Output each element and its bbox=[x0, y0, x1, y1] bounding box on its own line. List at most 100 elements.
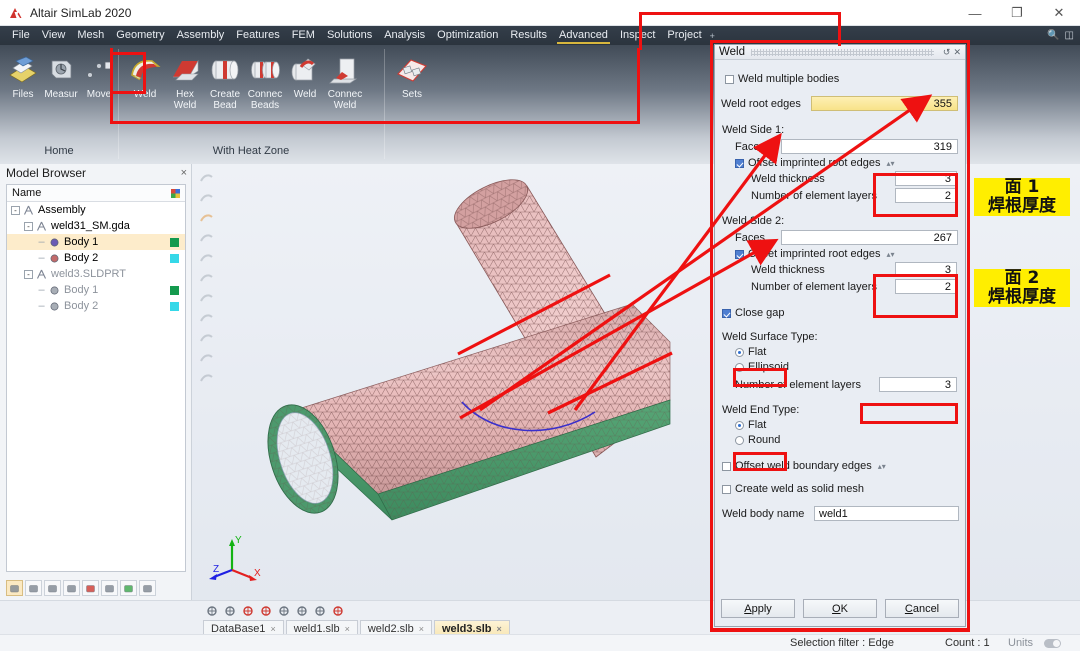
menu-item-assembly[interactable]: Assembly bbox=[171, 27, 231, 44]
ribbon-item-weld2[interactable]: Weld bbox=[285, 51, 325, 100]
ribbon-item-weld[interactable]: Weld bbox=[125, 51, 165, 100]
maximize-button[interactable]: ❐ bbox=[996, 0, 1038, 26]
ribbon-item-hex-weld[interactable]: Hex Weld bbox=[165, 51, 205, 111]
mesh-icon[interactable] bbox=[25, 580, 42, 596]
offset-weld-boundary-edges-row[interactable]: Offset weld boundary edges ▴▾ bbox=[722, 460, 959, 472]
layout-icon[interactable]: ◫ bbox=[1065, 30, 1074, 41]
document-tab-close-icon[interactable]: × bbox=[419, 624, 424, 634]
menu-item-project[interactable]: Project bbox=[661, 27, 707, 44]
weld-dialog-titlebar[interactable]: Weld ↺ ✕ bbox=[715, 45, 965, 60]
menu-item-features[interactable]: Features bbox=[230, 27, 285, 44]
create-weld-as-solid-mesh-row[interactable]: Create weld as solid mesh bbox=[722, 483, 959, 495]
document-tab-close-icon[interactable]: × bbox=[345, 624, 350, 634]
zoom-out-icon[interactable] bbox=[259, 604, 273, 618]
menu-item-solutions[interactable]: Solutions bbox=[321, 27, 378, 44]
side2-offset-expander-icon[interactable]: ▴▾ bbox=[886, 250, 894, 259]
side1-layers-row[interactable]: Number of element layers 2 bbox=[721, 188, 959, 203]
side1-thickness-input[interactable]: 3 bbox=[895, 171, 957, 186]
menu-item-file[interactable]: File bbox=[6, 27, 36, 44]
document-tab-close-icon[interactable]: × bbox=[270, 624, 275, 634]
ribbon-item-connect-weld[interactable]: Connec Weld bbox=[325, 51, 365, 111]
color-palette-icon[interactable] bbox=[171, 188, 180, 198]
color-icon[interactable] bbox=[120, 580, 137, 596]
close-icon[interactable]: ✕ bbox=[953, 47, 961, 58]
surface-type-ellipsoid-row[interactable]: Ellipsoid bbox=[735, 361, 959, 373]
offset-weld-boundary-edges-checkbox[interactable] bbox=[722, 461, 731, 471]
tree-node-color-swatch[interactable] bbox=[170, 301, 179, 311]
menu-item-analysis[interactable]: Analysis bbox=[378, 27, 431, 44]
tree-node-color-swatch[interactable] bbox=[170, 237, 179, 247]
cancel-button[interactable]: Cancel bbox=[885, 599, 959, 618]
side1-faces-input[interactable]: 319 bbox=[781, 139, 958, 154]
tree-node[interactable]: - Assembly bbox=[7, 202, 185, 218]
tree-node-color-swatch[interactable] bbox=[170, 285, 179, 295]
units-toggle[interactable] bbox=[1044, 638, 1061, 648]
zoom-window-icon[interactable] bbox=[241, 604, 255, 618]
tree-node[interactable]: – Body 2 bbox=[7, 298, 185, 314]
render-icon[interactable] bbox=[331, 604, 345, 618]
side1-thickness-row[interactable]: Weld thickness 3 bbox=[721, 171, 959, 186]
model-browser-close-icon[interactable]: × bbox=[181, 167, 187, 179]
tree-node-color-swatch[interactable] bbox=[170, 253, 179, 263]
side2-offset-checkbox[interactable] bbox=[735, 249, 744, 259]
close-gap-row[interactable]: Close gap bbox=[722, 307, 959, 319]
menu-item-advanced[interactable]: Advanced bbox=[553, 27, 614, 44]
end-type-flat-radio[interactable] bbox=[735, 420, 744, 430]
weld-dialog[interactable]: Weld ↺ ✕ Weld multiple bodies Weld root … bbox=[714, 44, 966, 627]
side2-faces-input[interactable]: 267 bbox=[781, 230, 958, 245]
axis-icon[interactable] bbox=[205, 604, 219, 618]
offset-weld-boundary-expander-icon[interactable]: ▴▾ bbox=[878, 462, 886, 471]
document-tab-close-icon[interactable]: × bbox=[496, 624, 501, 634]
side1-faces-row[interactable]: Faces 319 bbox=[721, 139, 959, 154]
menu-item-optimization[interactable]: Optimization bbox=[431, 27, 504, 44]
tree-expander-icon[interactable]: - bbox=[24, 269, 33, 279]
side2-thickness-row[interactable]: Weld thickness 3 bbox=[721, 262, 959, 277]
solid-icon[interactable] bbox=[63, 580, 80, 596]
tree-node[interactable]: – Body 2 bbox=[7, 250, 185, 266]
assembly-tree-icon[interactable] bbox=[101, 580, 118, 596]
end-type-flat-row[interactable]: Flat bbox=[735, 419, 959, 431]
side1-offset-checkbox[interactable] bbox=[735, 158, 744, 168]
minimize-button[interactable]: — bbox=[954, 0, 996, 26]
menu-item-view[interactable]: View bbox=[36, 27, 72, 44]
surface-type-flat-row[interactable]: Flat bbox=[735, 346, 959, 358]
ok-button[interactable]: OK bbox=[803, 599, 877, 618]
ribbon-item-measure[interactable]: Measur bbox=[42, 51, 80, 100]
menu-item-inspect[interactable]: Inspect bbox=[614, 27, 661, 44]
menu-item-geometry[interactable]: Geometry bbox=[110, 27, 170, 44]
shade-icon[interactable] bbox=[277, 604, 291, 618]
side1-offset-row[interactable]: Offset imprinted root edges ▴▾ bbox=[735, 157, 959, 169]
side2-faces-row[interactable]: Faces 267 bbox=[721, 230, 959, 245]
close-gap-checkbox[interactable] bbox=[722, 308, 731, 318]
fit-icon[interactable] bbox=[223, 604, 237, 618]
end-type-round-row[interactable]: Round bbox=[735, 434, 959, 446]
side2-layers-row[interactable]: Number of element layers 2 bbox=[721, 279, 959, 294]
ribbon-item-create-bead[interactable]: Create Bead bbox=[205, 51, 245, 111]
weld-root-edges-input[interactable]: 355 bbox=[811, 96, 958, 111]
drag-grip-icon[interactable] bbox=[751, 48, 934, 56]
menu-item-fem[interactable]: FEM bbox=[286, 27, 321, 44]
pen-icon[interactable] bbox=[82, 580, 99, 596]
tree-node[interactable]: – Body 1 bbox=[7, 234, 185, 250]
apply-button[interactable]: Apply bbox=[721, 599, 795, 618]
side2-layers-input[interactable]: 2 bbox=[895, 279, 957, 294]
ribbon-item-connect-beads[interactable]: Connec Beads bbox=[245, 51, 285, 111]
side2-offset-row[interactable]: Offset imprinted root edges ▴▾ bbox=[735, 248, 959, 260]
weld-multiple-bodies-checkbox[interactable] bbox=[725, 74, 734, 84]
list-icon[interactable] bbox=[139, 580, 156, 596]
rotate-icon[interactable] bbox=[313, 604, 327, 618]
end-type-round-radio[interactable] bbox=[735, 435, 744, 445]
create-weld-as-solid-mesh-checkbox[interactable] bbox=[722, 484, 731, 494]
weld-body-name-row[interactable]: Weld body name weld1 bbox=[721, 506, 959, 521]
surface-type-ellipsoid-radio[interactable] bbox=[735, 362, 744, 372]
tree-node[interactable]: - weld3.SLDPRT bbox=[7, 266, 185, 282]
surface-layers-input[interactable]: 3 bbox=[879, 377, 957, 392]
side2-thickness-input[interactable]: 3 bbox=[895, 262, 957, 277]
weld-multiple-bodies-row[interactable]: Weld multiple bodies bbox=[725, 73, 959, 85]
faces-icon[interactable] bbox=[44, 580, 61, 596]
model-icon[interactable] bbox=[6, 580, 23, 596]
close-button[interactable]: ✕ bbox=[1038, 0, 1080, 26]
side1-offset-expander-icon[interactable]: ▴▾ bbox=[886, 159, 894, 168]
search-icon[interactable]: 🔍 bbox=[1047, 30, 1059, 41]
tree-expander-icon[interactable]: - bbox=[24, 221, 33, 231]
